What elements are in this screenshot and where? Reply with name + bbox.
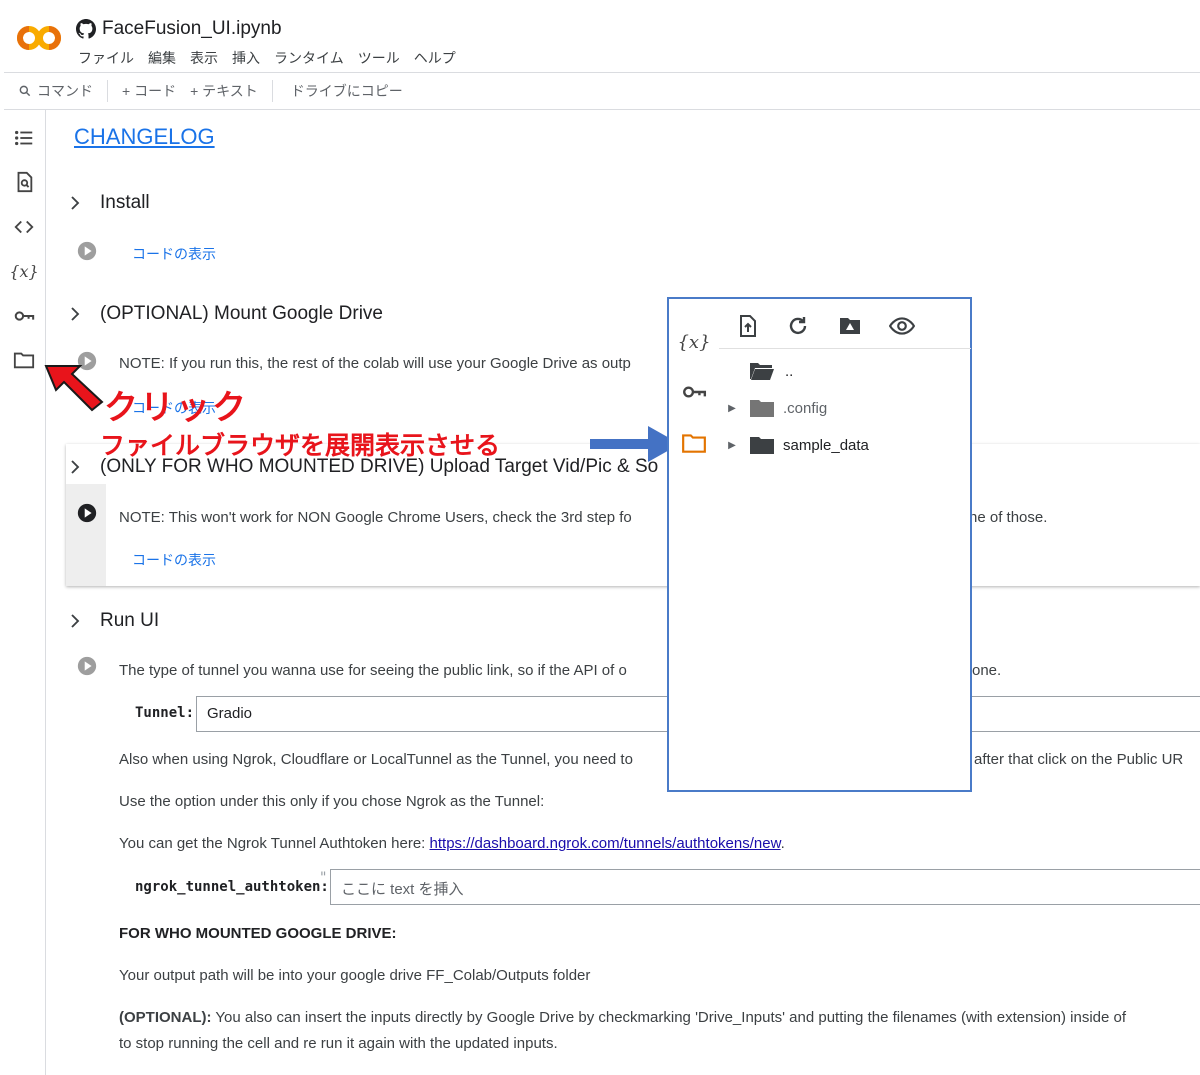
expand-triangle-icon[interactable]: ▶ bbox=[725, 403, 739, 414]
upload-note-end: ne of those. bbox=[969, 509, 1048, 526]
also-note: Also when using Ngrok, Cloudflare or Loc… bbox=[119, 751, 633, 768]
command-label: コマンド bbox=[37, 83, 93, 99]
menu-help[interactable]: ヘルプ bbox=[414, 48, 456, 68]
tree-item-sample-data[interactable]: ▶ sample_data bbox=[725, 431, 869, 459]
output-path-note: Your output path will be into your googl… bbox=[119, 967, 591, 984]
run-cell-icon[interactable] bbox=[76, 240, 98, 262]
copy-to-drive-button[interactable]: ドライブにコピー bbox=[273, 73, 417, 109]
colab-logo[interactable] bbox=[16, 20, 62, 56]
tree-item-config[interactable]: ▶ .config bbox=[725, 394, 827, 422]
authtoken-input[interactable]: ここに text を挿入 bbox=[330, 869, 1200, 905]
tunnel-description-end: one. bbox=[972, 662, 1002, 679]
section-runui-title: Run UI bbox=[100, 610, 160, 631]
show-hidden-eye-icon[interactable] bbox=[889, 313, 915, 339]
expand-annotation: ファイルブラウザを展開表示させる bbox=[100, 432, 501, 460]
folder-open-icon bbox=[750, 363, 774, 380]
secrets-key-icon[interactable] bbox=[12, 304, 36, 328]
optional-note-line2: to stop running the cell and re run it a… bbox=[119, 1035, 558, 1052]
mount-note: NOTE: If you run this, the rest of the c… bbox=[119, 355, 631, 372]
github-icon bbox=[76, 19, 96, 39]
notebook-content: CHANGELOG Install コードの表示 (OPTIONAL) Moun… bbox=[46, 110, 1200, 1075]
tunnel-description: The type of tunnel you wanna use for see… bbox=[119, 662, 627, 679]
menu-bar: ファイル 編集 表示 挿入 ランタイム ツール ヘルプ bbox=[78, 48, 456, 68]
for-who-heading: FOR WHO MOUNTED GOOGLE DRIVE: bbox=[119, 925, 397, 942]
panel-rail: {x} bbox=[669, 299, 719, 790]
section-runui[interactable]: Run UI bbox=[66, 610, 159, 632]
files-folder-icon[interactable] bbox=[681, 430, 707, 456]
section-mount-title: (OPTIONAL) Mount Google Drive bbox=[100, 303, 383, 324]
folder-icon bbox=[750, 400, 774, 417]
toc-icon[interactable] bbox=[12, 126, 36, 150]
authtoken-link[interactable]: https://dashboard.ngrok.com/tunnels/auth… bbox=[430, 835, 781, 852]
use-option-note: Use the option under this only if you ch… bbox=[119, 793, 545, 810]
file-browser-panel: {x} .. ▶ .config ▶ sample_data bbox=[667, 297, 972, 792]
chevron-right-icon[interactable] bbox=[66, 612, 84, 630]
upload-note: NOTE: This won't work for NON Google Chr… bbox=[119, 509, 632, 526]
click-annotation: クリック bbox=[104, 389, 248, 427]
upload-file-icon[interactable] bbox=[735, 313, 761, 339]
menu-tools[interactable]: ツール bbox=[358, 48, 400, 68]
menu-insert[interactable]: 挿入 bbox=[232, 48, 260, 68]
authtoken-note: You can get the Ngrok Tunnel Authtoken h… bbox=[119, 835, 785, 852]
string-quote-mark: " bbox=[319, 870, 328, 886]
show-code-link[interactable]: コードの表示 bbox=[132, 244, 216, 264]
tree-item-parent[interactable]: .. bbox=[749, 357, 793, 385]
file-browser-toolbar bbox=[719, 299, 971, 349]
menu-edit[interactable]: 編集 bbox=[148, 48, 176, 68]
optional-label: (OPTIONAL): bbox=[119, 1009, 212, 1026]
run-cell-icon[interactable] bbox=[76, 502, 98, 524]
run-cell-icon[interactable] bbox=[76, 655, 98, 677]
menu-runtime[interactable]: ランタイム bbox=[274, 48, 344, 68]
mount-drive-icon[interactable] bbox=[837, 313, 863, 339]
optional-text: You also can insert the inputs directly … bbox=[211, 1009, 1127, 1026]
changelog-link[interactable]: CHANGELOG bbox=[74, 124, 215, 150]
optional-note: (OPTIONAL): You also can insert the inpu… bbox=[119, 1009, 1126, 1026]
cell-gutter bbox=[66, 484, 106, 586]
menu-view[interactable]: 表示 bbox=[190, 48, 218, 68]
command-palette-button[interactable]: コマンド bbox=[4, 73, 107, 109]
also-note-end: after that click on the Public UR bbox=[974, 751, 1184, 768]
variables-icon[interactable]: {x} bbox=[677, 329, 710, 355]
menu-file[interactable]: ファイル bbox=[78, 48, 134, 68]
section-install[interactable]: Install bbox=[66, 192, 150, 214]
tunnel-label: Tunnel: bbox=[135, 705, 195, 721]
section-install-title: Install bbox=[100, 192, 150, 213]
notebook-toolbar: コマンド + コード + テキスト ドライブにコピー bbox=[4, 72, 1200, 110]
search-icon bbox=[19, 85, 31, 97]
variables-icon[interactable]: {x} bbox=[9, 259, 38, 283]
find-icon[interactable] bbox=[12, 170, 36, 194]
authtoken-dot: . bbox=[780, 835, 785, 852]
section-mount[interactable]: (OPTIONAL) Mount Google Drive bbox=[66, 303, 383, 325]
expand-triangle-icon[interactable]: ▶ bbox=[725, 440, 739, 451]
refresh-icon[interactable] bbox=[785, 313, 811, 339]
tree-item-config-label: .config bbox=[783, 399, 828, 417]
chevron-right-icon[interactable] bbox=[66, 305, 84, 323]
left-sidebar: {x} bbox=[0, 110, 46, 1075]
code-snippets-icon[interactable] bbox=[12, 215, 36, 239]
notebook-title-text: FaceFusion_UI.ipynb bbox=[102, 18, 282, 39]
add-code-button[interactable]: + コード bbox=[108, 73, 190, 109]
folder-icon bbox=[750, 437, 774, 454]
files-folder-icon[interactable] bbox=[12, 348, 36, 372]
authtoken-placeholder: ここに text を挿入 bbox=[341, 881, 464, 898]
notebook-title[interactable]: FaceFusion_UI.ipynb bbox=[76, 18, 282, 40]
tree-item-sample-data-label: sample_data bbox=[783, 436, 869, 454]
chevron-right-icon[interactable] bbox=[66, 194, 84, 212]
show-code-link[interactable]: コードの表示 bbox=[132, 550, 216, 570]
authtoken-label: ngrok_tunnel_authtoken: bbox=[135, 879, 329, 895]
red-arrow-annotation bbox=[44, 365, 104, 412]
add-text-button[interactable]: + テキスト bbox=[190, 73, 272, 109]
secrets-key-icon[interactable] bbox=[681, 379, 707, 405]
tunnel-value: Gradio bbox=[207, 705, 253, 722]
tree-item-parent-label: .. bbox=[785, 362, 794, 380]
authtoken-intro: You can get the Ngrok Tunnel Authtoken h… bbox=[119, 835, 430, 852]
chevron-right-icon[interactable] bbox=[66, 458, 84, 476]
app-header: FaceFusion_UI.ipynb ファイル 編集 表示 挿入 ランタイム … bbox=[0, 0, 1200, 72]
